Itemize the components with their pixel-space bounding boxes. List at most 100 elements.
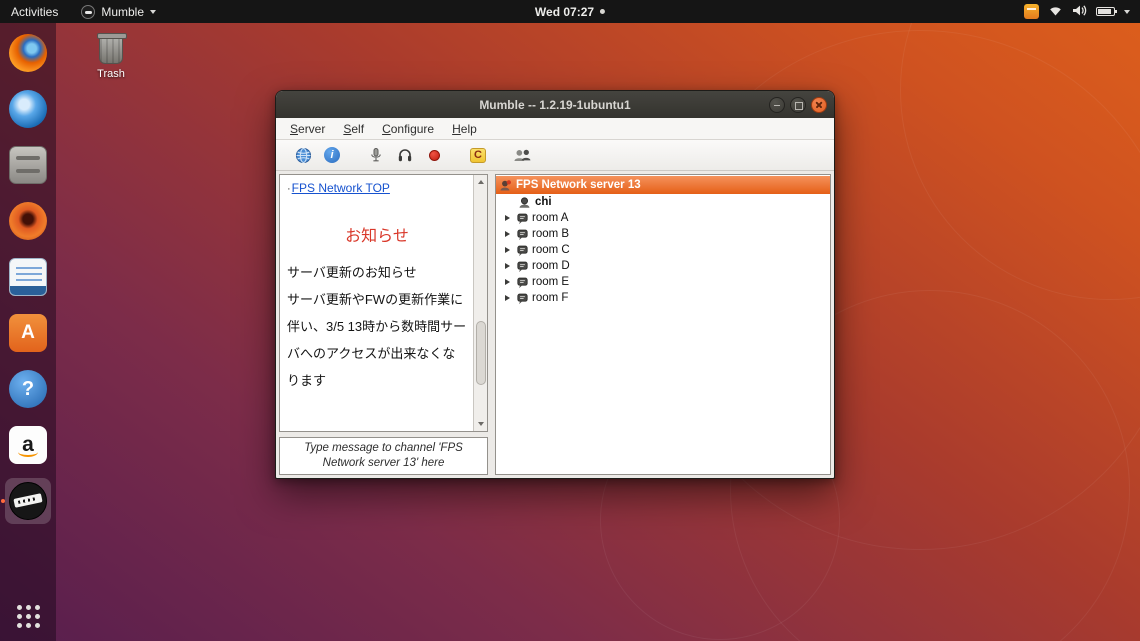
panel-splitter[interactable] (488, 174, 495, 475)
information-icon[interactable]: i (320, 143, 344, 167)
user-icon (518, 196, 531, 209)
channel-label: room E (532, 276, 569, 288)
mumble-window: Mumble -- 1.2.19-1ubuntu1 Server Self Co… (275, 90, 835, 479)
tree-row-channel[interactable]: room C (496, 242, 830, 258)
chat-message-input[interactable]: Type message to channel 'FPS Network ser… (279, 437, 488, 475)
dock-item-help[interactable]: ? (5, 366, 51, 412)
expander-icon[interactable] (503, 229, 513, 239)
record-icon[interactable] (422, 143, 446, 167)
rhythmbox-icon (9, 202, 47, 240)
dock: A ? a (0, 23, 56, 641)
tree-row-channel[interactable]: room F (496, 290, 830, 306)
wallpaper-circle (900, 0, 1140, 300)
libreoffice-writer-icon (9, 258, 47, 296)
minimize-button[interactable] (769, 97, 785, 113)
app-menu[interactable]: Mumble (81, 5, 156, 19)
firefox-icon (9, 34, 47, 72)
menu-help[interactable]: Help (443, 120, 486, 138)
mumble-icon (9, 482, 47, 520)
users-icon[interactable] (510, 143, 534, 167)
amazon-icon: a (9, 426, 47, 464)
running-indicator-dot (1, 499, 5, 503)
expander-icon[interactable] (503, 261, 513, 271)
scrollbar-thumb[interactable] (476, 321, 486, 385)
menu-server[interactable]: Server (281, 120, 334, 138)
user-label: chi (535, 196, 552, 208)
trash-label: Trash (88, 68, 134, 80)
menu-configure[interactable]: Configure (373, 120, 443, 138)
wifi-icon[interactable] (1048, 4, 1063, 20)
dock-item-amazon[interactable]: a (5, 422, 51, 468)
chat-input-placeholder: Type message to channel 'FPS Network ser… (296, 441, 472, 471)
chevron-down-icon[interactable] (1124, 10, 1130, 14)
trash-can-icon (99, 36, 123, 64)
clock[interactable]: Wed 07:27 (535, 0, 605, 23)
tree-row-channel[interactable]: room A (496, 210, 830, 226)
log-scrollbar[interactable] (473, 175, 487, 431)
menu-bar: Server Self Configure Help (276, 118, 834, 140)
system-status-area[interactable] (1024, 0, 1140, 23)
list-bullet: · (287, 183, 291, 195)
expander-icon[interactable] (503, 213, 513, 223)
dock-item-libreoffice-writer[interactable] (5, 254, 51, 300)
expander-icon[interactable] (503, 245, 513, 255)
tree-row-user[interactable]: chi (496, 194, 830, 210)
tree-row-channel[interactable]: room D (496, 258, 830, 274)
show-applications-button[interactable] (17, 605, 40, 628)
dock-item-ubuntu-software[interactable]: A (5, 310, 51, 356)
thunderbird-icon (9, 90, 47, 128)
maximize-button[interactable] (790, 97, 806, 113)
window-content: · FPS Network TOP お知らせ サーバ更新のお知らせ サーバ更新や… (279, 174, 831, 475)
battery-icon[interactable] (1096, 7, 1115, 16)
log-column: · FPS Network TOP お知らせ サーバ更新のお知らせ サーバ更新や… (279, 174, 488, 475)
clock-label: Wed 07:27 (535, 5, 594, 19)
help-icon: ? (9, 370, 47, 408)
channel-icon (516, 228, 529, 241)
channel-tree: FPS Network server 13 chi room A room B … (495, 174, 831, 475)
volume-icon[interactable] (1072, 4, 1087, 20)
message-log: · FPS Network TOP お知らせ サーバ更新のお知らせ サーバ更新や… (279, 174, 488, 432)
scroll-up-icon[interactable] (474, 176, 487, 188)
chevron-down-icon (150, 10, 156, 14)
tree-row-channel[interactable]: room E (496, 274, 830, 290)
channel-icon (516, 244, 529, 257)
channel-label: room D (532, 260, 570, 272)
mumble-app-icon (81, 5, 95, 19)
channel-icon (516, 292, 529, 305)
comment-icon[interactable]: C (466, 143, 490, 167)
menu-self[interactable]: Self (334, 120, 373, 138)
toolbar: i C (276, 140, 834, 171)
expander-icon[interactable] (503, 277, 513, 287)
connect-icon[interactable] (291, 143, 315, 167)
files-icon (9, 146, 47, 184)
expander-icon[interactable] (503, 293, 513, 303)
activities-button[interactable]: Activities (0, 0, 69, 23)
trash-desktop-icon[interactable]: Trash (88, 36, 134, 80)
scroll-down-icon[interactable] (474, 418, 487, 430)
tree-row-channel[interactable]: room B (496, 226, 830, 242)
dock-item-mumble[interactable] (5, 478, 51, 524)
dock-item-thunderbird[interactable] (5, 86, 51, 132)
channel-label: room A (532, 212, 568, 224)
titlebar[interactable]: Mumble -- 1.2.19-1ubuntu1 (276, 91, 834, 118)
notification-dot-icon (600, 9, 605, 14)
mute-self-icon[interactable] (364, 143, 388, 167)
log-link[interactable]: FPS Network TOP (292, 181, 390, 195)
window-controls (769, 91, 827, 118)
close-button[interactable] (811, 97, 827, 113)
deafen-self-icon[interactable] (393, 143, 417, 167)
tree-row-server[interactable]: FPS Network server 13 (496, 176, 830, 194)
app-menu-label: Mumble (101, 5, 144, 19)
server-label: FPS Network server 13 (516, 179, 641, 191)
channel-label: room C (532, 244, 570, 256)
channel-icon (516, 212, 529, 225)
ubuntu-software-icon: A (9, 314, 47, 352)
dock-item-rhythmbox[interactable] (5, 198, 51, 244)
top-bar: Activities Mumble Wed 07:27 (0, 0, 1140, 23)
dock-item-files[interactable] (5, 142, 51, 188)
channel-icon (516, 276, 529, 289)
app-indicator-icon[interactable] (1024, 4, 1039, 19)
channel-icon (516, 260, 529, 273)
channel-label: room B (532, 228, 569, 240)
dock-item-firefox[interactable] (5, 30, 51, 76)
